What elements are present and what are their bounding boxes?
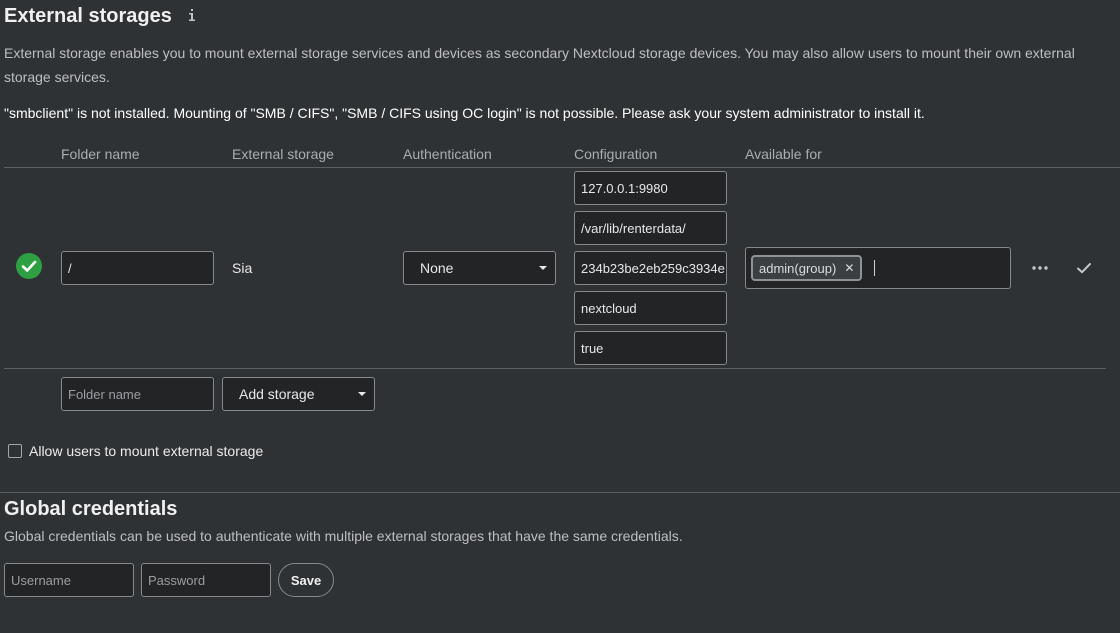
mount-backend-label: Sia (232, 260, 253, 276)
check-icon[interactable] (1075, 259, 1093, 277)
page-title: External storages (4, 5, 172, 27)
column-external-storage: External storage (232, 146, 334, 162)
close-icon[interactable]: ✕ (844, 261, 854, 275)
column-authentication: Authentication (403, 146, 492, 162)
text-cursor (874, 260, 875, 276)
config-host-input[interactable]: 127.0.0.1:9980 (574, 171, 727, 205)
chevron-down-icon (358, 392, 366, 396)
more-horizontal-icon[interactable] (1030, 260, 1050, 276)
authentication-select[interactable]: None (403, 251, 556, 285)
row-divider (4, 368, 1106, 369)
column-configuration: Configuration (574, 146, 658, 162)
global-credentials-description: Global credentials can be used to authen… (4, 528, 683, 544)
available-for-multiselect[interactable]: admin(group) ✕ (745, 247, 1011, 289)
add-storage-select[interactable]: Add storage (222, 377, 375, 411)
section-description: External storage enables you to mount ex… (4, 45, 1075, 85)
chevron-down-icon (539, 266, 547, 270)
applicable-group-tag: admin(group) ✕ (751, 255, 863, 281)
config-user-input[interactable]: nextcloud (574, 291, 727, 325)
allow-users-label[interactable]: Allow users to mount external storage (29, 443, 263, 459)
table-header-divider (4, 167, 1120, 168)
new-folder-name-input[interactable]: Folder name (61, 377, 214, 411)
add-storage-label: Add storage (239, 386, 315, 402)
check-circle-icon (15, 252, 43, 280)
smbclient-warning: "smbclient" is not installed. Mounting o… (4, 105, 925, 121)
save-button[interactable]: Save (278, 563, 334, 597)
config-api-key-input[interactable]: 234b23be2eb259c3934e (574, 251, 727, 285)
applicable-group-label: admin(group) (759, 260, 837, 276)
username-input[interactable]: Username (4, 563, 134, 597)
config-secure-input[interactable]: true (574, 331, 727, 365)
info-icon[interactable] (186, 5, 198, 25)
global-credentials-title: Global credentials (4, 498, 178, 520)
allow-users-checkbox[interactable] (8, 444, 22, 458)
password-input[interactable]: Password (141, 563, 271, 597)
mount-folder-name-input[interactable]: / (61, 251, 214, 285)
column-available-for: Available for (745, 146, 822, 162)
section-divider (0, 492, 1120, 493)
config-data-dir-input[interactable]: /var/lib/renterdata/ (574, 211, 727, 245)
authentication-value: None (420, 260, 454, 276)
column-folder-name: Folder name (61, 146, 140, 162)
